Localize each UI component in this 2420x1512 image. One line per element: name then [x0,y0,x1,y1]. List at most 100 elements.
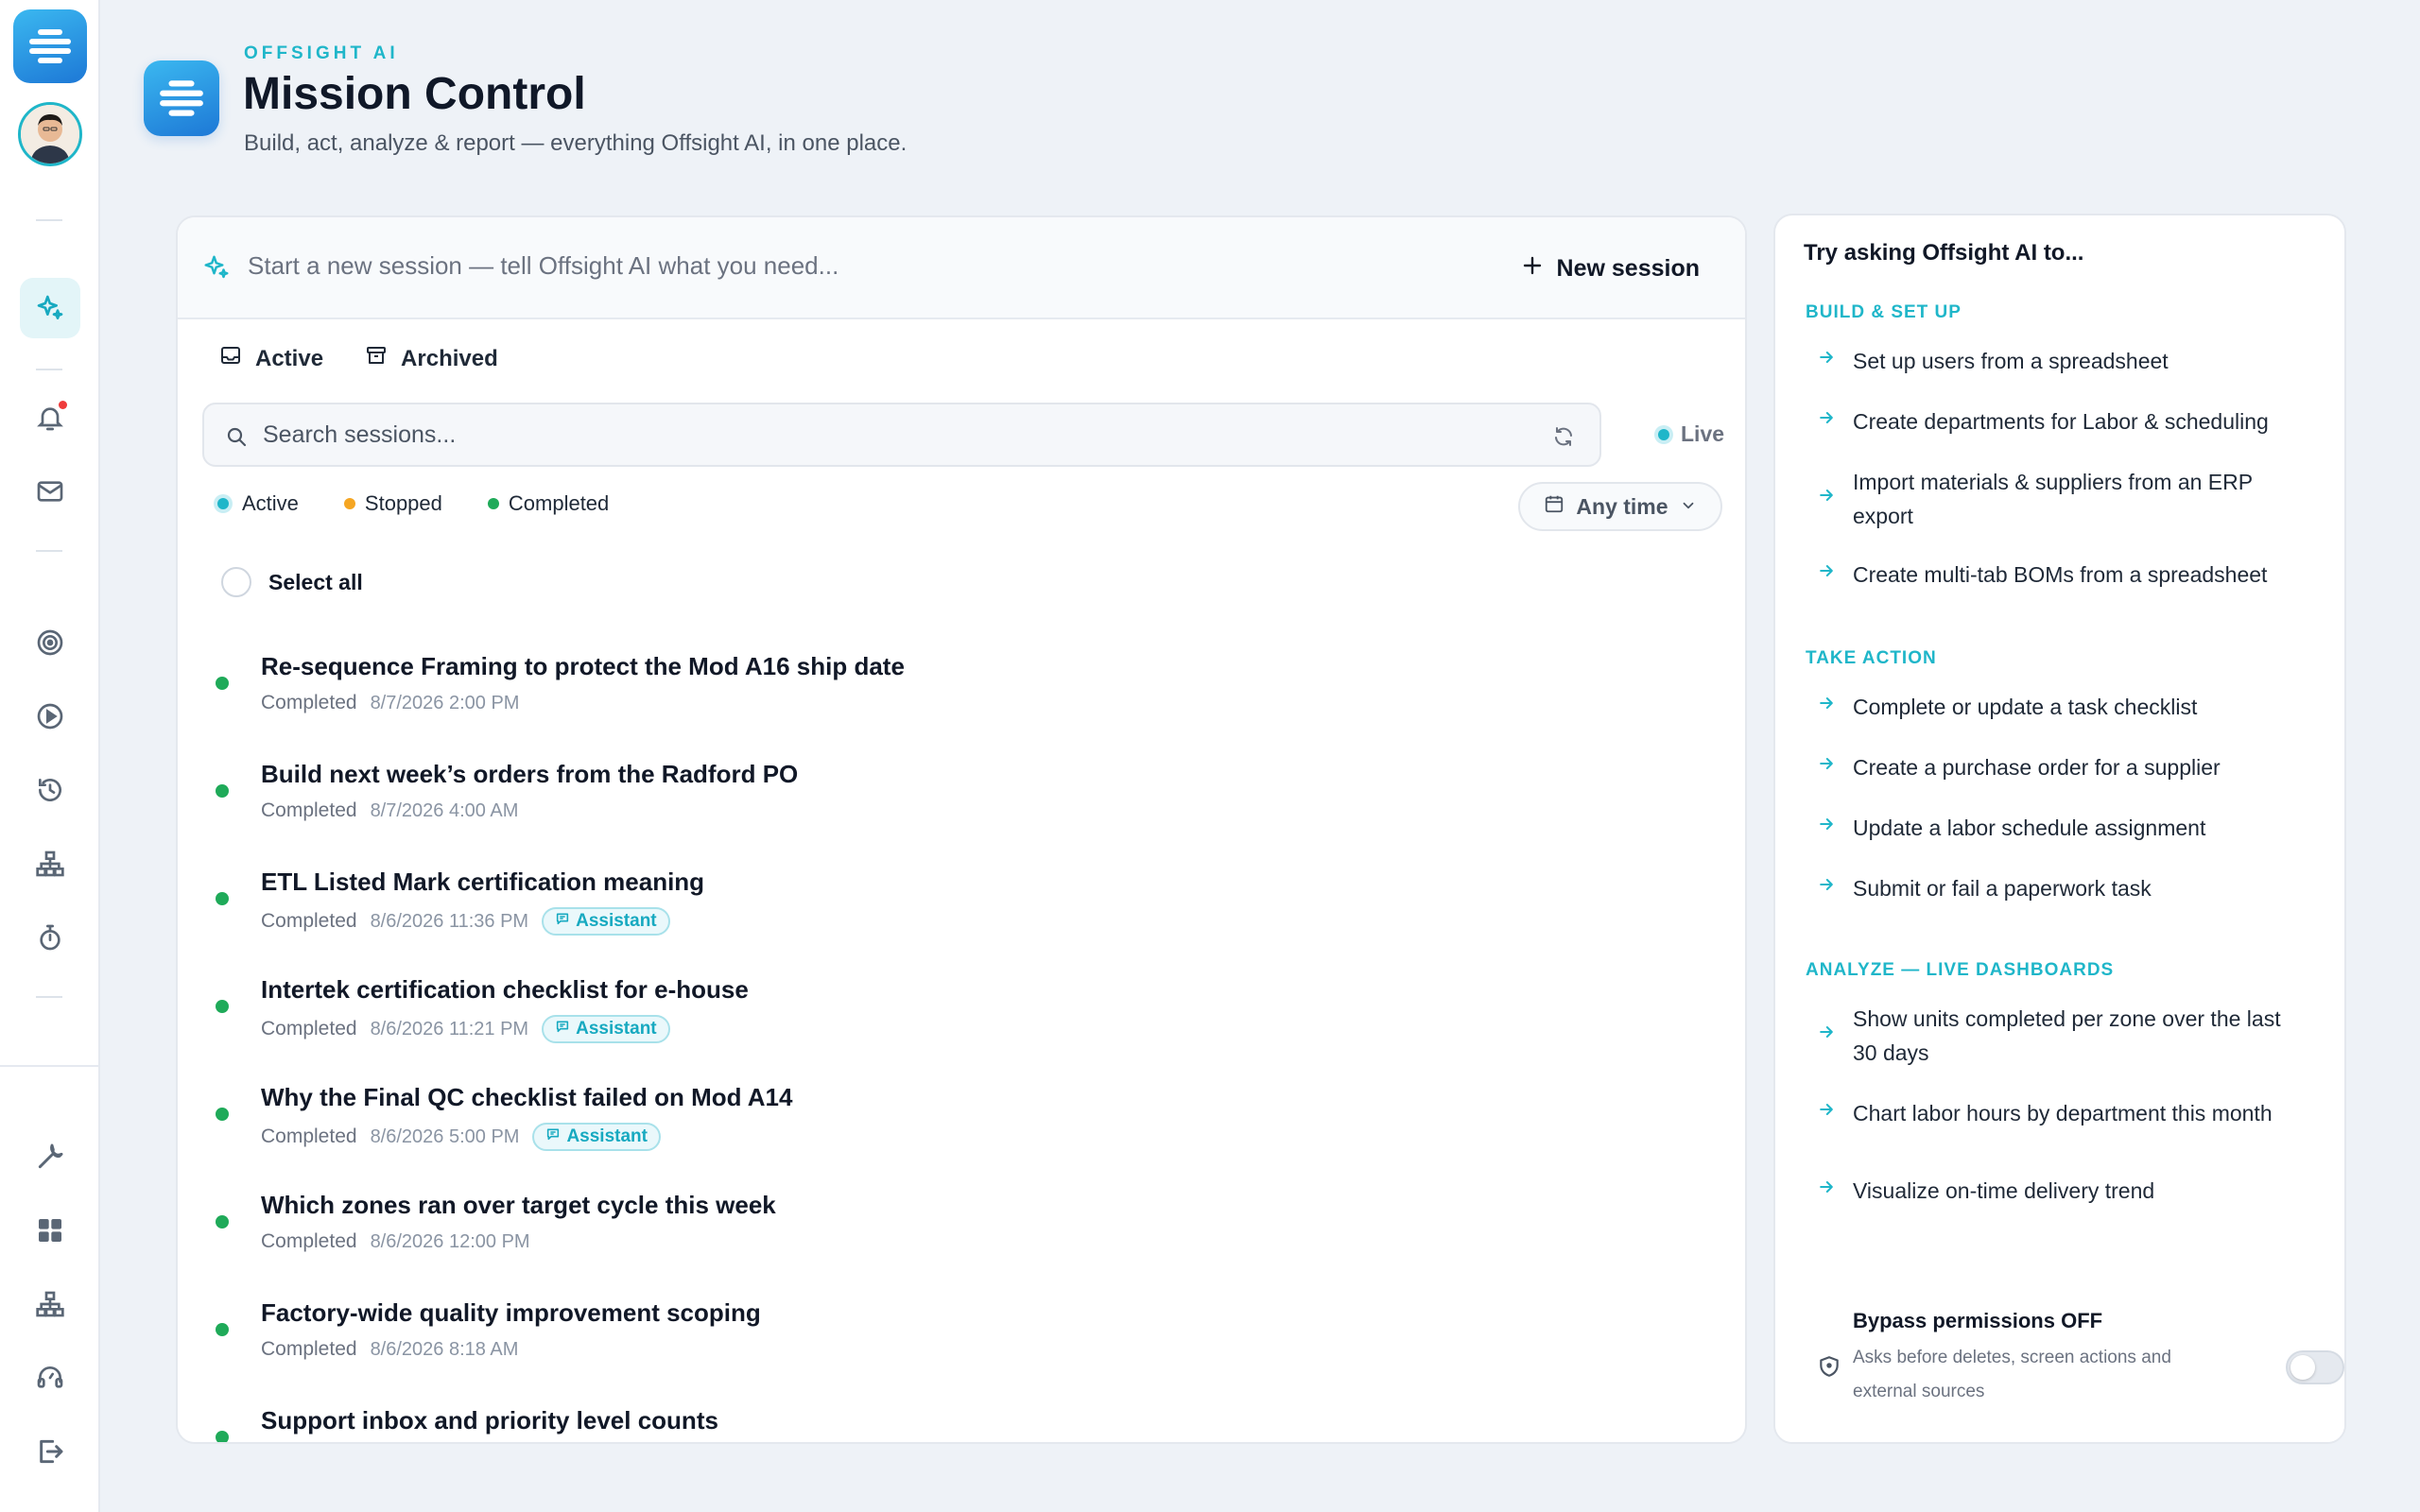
session-title: Factory-wide quality improvement scoping [261,1298,761,1327]
chat-icon [545,1126,561,1147]
filter-active[interactable]: Active [214,491,299,516]
suggestion-label: Create departments for Labor & schedulin… [1853,409,2269,434]
grid-icon[interactable] [20,1200,80,1261]
live-toggle[interactable]: Live [1654,421,1724,447]
suggestion-label: Submit or fail a paperwork task [1853,876,2152,901]
filter-stopped[interactable]: Stopped [343,491,442,516]
filter-completed-label: Completed [508,491,610,515]
suggestion-item[interactable]: Visualize on-time delivery trend [1817,1174,2308,1208]
session-row[interactable]: Which zones ran over target cycle this w… [216,1191,1709,1298]
chat-icon [555,911,570,932]
live-label: Live [1681,421,1725,446]
sparkle-icon[interactable] [20,278,80,338]
session-meta: Completed 8/6/2026 11:36 PM Assistant [261,907,670,936]
session-row[interactable]: Intertek certification checklist for e-h… [216,975,1709,1083]
status-dot [216,1000,229,1013]
session-row[interactable]: Why the Final QC checklist failed on Mod… [216,1083,1709,1191]
session-date: 8/7/2026 4:00 AM [370,799,519,821]
filter-completed[interactable]: Completed [487,491,610,516]
session-meta: Completed 8/7/2026 2:00 PM [261,692,519,714]
suggestion-item[interactable]: Chart labor hours by department this mon… [1817,1096,2308,1130]
brand-kicker: OFFSIGHT AI [244,43,399,63]
archive-icon [365,344,388,373]
search-bar [202,403,1601,467]
logo-icon[interactable] [13,9,87,83]
suggestion-item[interactable]: Create multi-tab BOMs from a spreadsheet [1817,558,2308,592]
select-all-checkbox[interactable] [221,567,251,597]
badge-label: Assistant [566,1126,648,1146]
session-status: Completed [261,1018,357,1040]
suggestion-item[interactable]: Submit or fail a paperwork task [1817,871,2308,905]
session-row[interactable]: Build next week’s orders from the Radfor… [216,760,1709,868]
logout-icon[interactable] [20,1421,80,1482]
new-session-input[interactable]: Start a new session — tell Offsight AI w… [248,251,838,281]
session-status: Completed [261,1125,357,1147]
suggestion-item[interactable]: Create a purchase order for a supplier [1817,750,2308,784]
tab-active[interactable]: Active [219,344,323,373]
suggestion-label: Create multi-tab BOMs from a spreadsheet [1853,562,2268,587]
bell-icon[interactable] [20,387,80,448]
live-indicator [1654,424,1673,444]
history-icon[interactable] [20,760,80,820]
network-icon[interactable] [20,1274,80,1334]
refresh-icon[interactable] [1552,425,1575,453]
search-input[interactable] [263,416,1492,454]
suggestion-label: Set up users from a spreadsheet [1853,349,2169,373]
session-date: 8/6/2026 8:18 AM [370,1338,519,1360]
bypass-title: Bypass permissions OFF [1853,1309,2103,1332]
suggestion-section-heading: TAKE ACTION [1806,648,1937,668]
suggestions-title: Try asking Offsight AI to... [1804,240,2084,266]
status-dot [487,498,499,509]
bypass-toggle[interactable] [2286,1350,2344,1384]
suggestion-item[interactable]: Create departments for Labor & schedulin… [1817,404,2308,438]
select-all[interactable]: Select all [221,567,363,597]
new-session-button[interactable]: New session [1521,244,1700,293]
arrow-right-icon [1817,750,1836,784]
session-row[interactable]: Re-sequence Framing to protect the Mod A… [216,652,1709,760]
support-icon[interactable] [20,1348,80,1408]
time-filter-label: Any time [1576,493,1668,519]
session-row[interactable]: Support inbox and priority level counts [216,1406,1709,1442]
status-dot [216,1215,229,1228]
session-status: Completed [261,692,357,713]
session-date: 8/6/2026 5:00 PM [370,1125,520,1147]
target-icon[interactable] [20,612,80,673]
avatar[interactable] [18,102,82,166]
suggestion-item[interactable]: Import materials & suppliers from an ERP… [1817,465,2308,533]
sparkle-icon [202,253,231,286]
sitemap-icon[interactable] [20,833,80,894]
session-tabs: Active Archived [219,344,498,373]
stopwatch-icon[interactable] [20,907,80,968]
shield-icon [1817,1354,1841,1383]
suggestion-item[interactable]: Complete or update a task checklist [1817,690,2308,724]
left-rail [0,0,100,1512]
tab-archived[interactable]: Archived [365,344,498,373]
suggestion-item[interactable]: Update a labor schedule assignment [1817,811,2308,845]
session-date: 8/6/2026 11:36 PM [370,910,529,932]
suggestion-section-heading: ANALYZE — LIVE DASHBOARDS [1806,960,2115,980]
session-date: 8/7/2026 2:00 PM [370,692,520,713]
new-session-bar: Start a new session — tell Offsight AI w… [178,217,1745,319]
badge-label: Assistant [576,1019,657,1039]
session-row[interactable]: ETL Listed Mark certification meaning Com… [216,868,1709,975]
suggestion-label: Update a labor schedule assignment [1853,816,2206,840]
session-meta: Completed 8/6/2026 5:00 PM Assistant [261,1123,661,1151]
assistant-badge: Assistant [532,1123,661,1151]
suggestion-label: Complete or update a task checklist [1853,695,2198,719]
status-dot [216,784,229,798]
status-filters: Active Stopped Completed [214,491,609,516]
assistant-badge: Assistant [542,1015,670,1043]
play-icon[interactable] [20,686,80,747]
page-subtitle: Build, act, analyze & report — everythin… [244,130,908,156]
suggestion-item[interactable]: Set up users from a spreadsheet [1817,344,2308,378]
tab-archived-label: Archived [401,345,498,371]
status-dot [216,677,229,690]
session-row[interactable]: Factory-wide quality improvement scoping… [216,1298,1709,1406]
filter-active-label: Active [242,491,299,515]
wrench-icon[interactable] [20,1126,80,1187]
suggestion-item[interactable]: Show units completed per zone over the l… [1817,1002,2308,1070]
time-filter-dropdown[interactable]: Any time [1518,482,1722,531]
status-dot [343,498,355,509]
mail-icon[interactable] [20,461,80,522]
session-date: 8/6/2026 11:21 PM [370,1018,529,1040]
